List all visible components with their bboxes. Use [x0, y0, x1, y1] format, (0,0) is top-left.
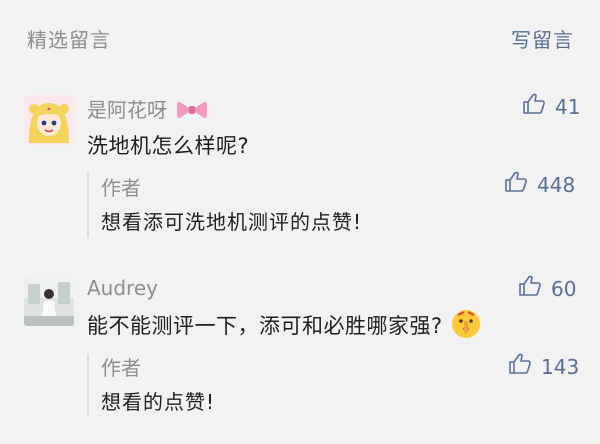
reply-divider	[87, 354, 89, 416]
avatar-image	[24, 95, 74, 145]
thumbs-up-icon	[518, 274, 542, 303]
comment-text: 洗地机怎么样呢?	[87, 134, 250, 158]
like-button[interactable]: 41	[522, 92, 580, 121]
section-title: 精选留言	[27, 28, 111, 52]
comment-author[interactable]: 是阿花呀	[87, 94, 208, 126]
avatar[interactable]	[24, 95, 74, 145]
avatar[interactable]	[24, 276, 74, 326]
like-count: 448	[537, 172, 576, 197]
avatar-image	[24, 276, 74, 326]
comment-author[interactable]: Audrey	[87, 276, 158, 300]
reply-text: 想看添可洗地机测评的点赞!	[101, 210, 363, 234]
reply-like-button[interactable]: 143	[508, 352, 579, 381]
thumbs-up-icon	[508, 352, 532, 381]
bow-emoji-icon	[177, 99, 208, 126]
thumbs-up-icon	[504, 170, 528, 199]
comment-text: 能不能测评一下，添可和必胜哪家强?	[87, 309, 481, 340]
reply-like-button[interactable]: 448	[504, 170, 575, 199]
like-button[interactable]: 60	[518, 274, 576, 303]
shushing-face-emoji-icon	[451, 309, 481, 339]
thumbs-up-icon	[522, 92, 546, 121]
reply-divider	[87, 172, 89, 238]
like-count: 41	[555, 94, 581, 119]
reply-author: 作者	[101, 356, 141, 380]
write-comment-button[interactable]: 写留言	[511, 24, 574, 53]
like-count: 143	[541, 354, 580, 379]
reply-author: 作者	[101, 176, 141, 200]
reply-text: 想看的点赞!	[101, 390, 216, 414]
like-count: 60	[551, 276, 577, 301]
